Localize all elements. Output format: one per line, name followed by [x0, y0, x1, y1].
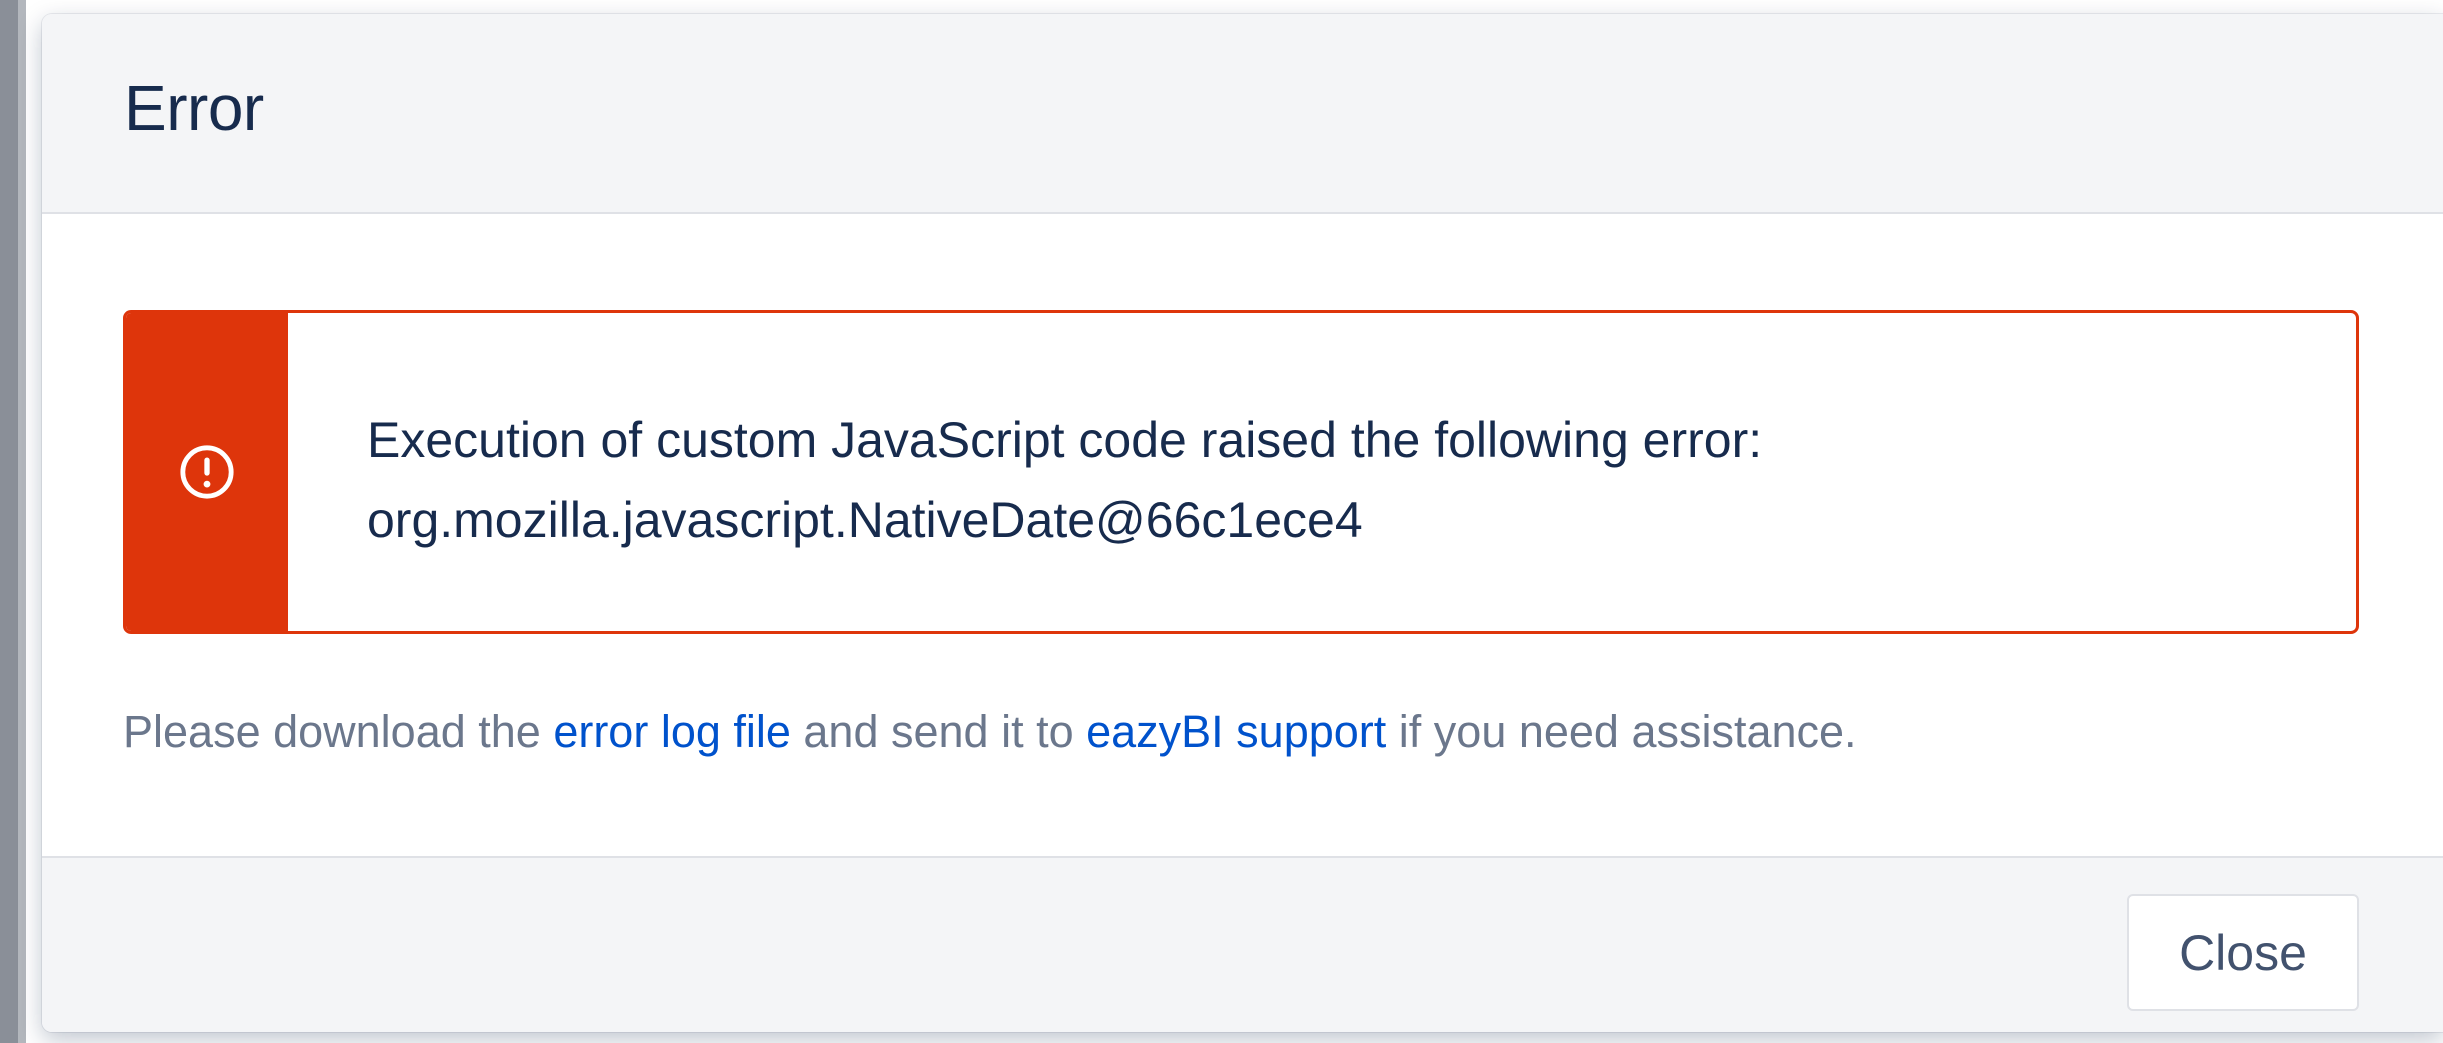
error-message-line-1: Execution of custom JavaScript code rais…	[367, 412, 1763, 468]
dialog-footer: Close	[42, 856, 2443, 1032]
error-message: Execution of custom JavaScript code rais…	[367, 400, 1762, 560]
backdrop-overlay-strip	[0, 0, 26, 1043]
help-text-suffix: if you need assistance.	[1386, 706, 1857, 757]
error-log-file-link[interactable]: error log file	[553, 706, 791, 757]
error-message-line-2: org.mozilla.javascript.NativeDate@66c1ec…	[367, 492, 1363, 548]
help-text-prefix: Please download the	[123, 706, 554, 757]
dialog-header: Error	[42, 14, 2443, 214]
dialog-title: Error	[124, 72, 264, 144]
error-dialog: Error Execution of custom JavaScript cod…	[42, 14, 2443, 1032]
help-text-middle: and send it to	[790, 706, 1087, 757]
error-message-panel: Execution of custom JavaScript code rais…	[123, 310, 2359, 634]
exclamation-circle-icon	[180, 445, 234, 499]
close-button[interactable]: Close	[2127, 894, 2359, 1011]
dialog-body: Execution of custom JavaScript code rais…	[42, 214, 2443, 856]
backdrop-overlay-edge	[18, 0, 26, 1043]
error-stripe	[126, 313, 288, 631]
help-text: Please download the error log file and s…	[123, 709, 1857, 754]
eazybi-support-link[interactable]: eazyBI support	[1086, 706, 1386, 757]
